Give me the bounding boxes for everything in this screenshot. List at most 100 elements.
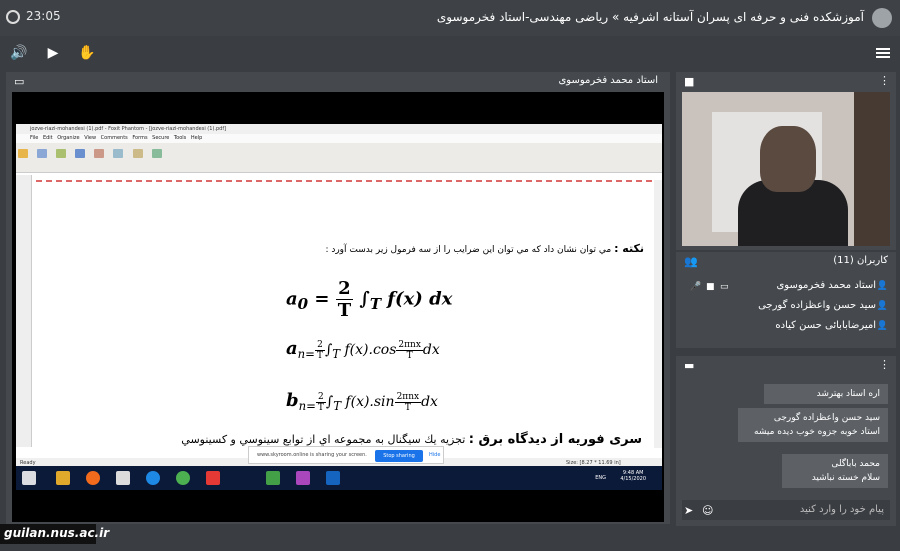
pdf-window-title: jozve-riazi-mohandesi (1).pdf - Foxit Ph…: [16, 124, 662, 134]
chrome-icon[interactable]: [176, 471, 190, 485]
eq3-frac: 2T: [315, 392, 326, 413]
play-media-icon[interactable]: ▶: [44, 45, 62, 61]
highlight-icon[interactable]: [132, 149, 143, 158]
mic-icon: 🎤: [690, 282, 702, 292]
windows-taskbar: ENG 9:48 AM 4/15/2020: [16, 466, 662, 490]
language-indicator[interactable]: ENG: [595, 475, 606, 481]
video-person-head: [760, 126, 816, 192]
screen-share-header: استاد محمد فخرموسوی ▭: [6, 72, 670, 90]
chat-message: سید حسن واعظزاده گورجی استاد خوبه جزوه خ…: [738, 408, 888, 442]
equation-bn: bn= 2 T ∫T f(x).sin 2πnx Tdx: [286, 390, 438, 413]
chat-options-icon[interactable]: ⋮: [879, 358, 890, 371]
user-item[interactable]: 👤سید حسن واعظزاده گورجی: [758, 300, 888, 311]
chat-icon: ▬: [684, 359, 695, 372]
screen-share-panel: استاد محمد فخرموسوی ▭ jozve-riazi-mohand…: [6, 72, 670, 524]
eq3-enum: 2πnx: [394, 391, 422, 403]
eq2-frac: 2T: [314, 340, 325, 361]
eq3-mid: f(x).sin: [345, 394, 395, 410]
eq2-enum: 2πnx: [396, 339, 423, 351]
more-options-icon[interactable]: ⋮: [879, 74, 890, 87]
save-icon[interactable]: [37, 149, 48, 158]
eq2-eden: T: [406, 350, 413, 361]
app-purple-icon[interactable]: [296, 471, 310, 485]
stop-sharing-button[interactable]: Stop sharing: [375, 450, 423, 462]
pdf-toolbar: [16, 143, 662, 173]
presenter-video: [682, 92, 890, 246]
camera-icon[interactable]: ■: [684, 75, 694, 88]
user-name: سید حسن واعظزاده گورجی: [758, 300, 876, 311]
eq2-den: T: [316, 350, 323, 361]
chat-message-author: سید حسن واعظزاده گورجی: [773, 413, 880, 423]
eq1-lhs: a: [286, 288, 298, 310]
eq1-den: T: [337, 300, 352, 321]
edge-icon[interactable]: [146, 471, 160, 485]
zoom-icon[interactable]: [75, 149, 86, 158]
eq1-frac: 2T: [335, 278, 354, 321]
users-icon: 👥: [684, 255, 698, 268]
user-name: استاد محمد فخرموسوی: [776, 280, 876, 291]
eq2-num: 2: [314, 340, 325, 351]
emoji-icon[interactable]: ☺: [702, 504, 713, 517]
equation-an: an= 2 T ∫T f(x).cos 2πnx Tdx: [286, 338, 440, 361]
users-header: کاربران (11) 👥: [676, 252, 896, 270]
site-watermark: guilan.nus.ac.ir: [0, 524, 109, 544]
pdf-scrollbar[interactable]: [654, 180, 662, 448]
user-item[interactable]: 👤استاد محمد فخرموسوی: [776, 280, 888, 291]
send-icon[interactable]: ➤: [684, 504, 693, 517]
store-icon[interactable]: [116, 471, 130, 485]
users-title: کاربران (11): [833, 255, 888, 266]
eq1-tail: f(x) dx: [387, 288, 453, 310]
excel-icon[interactable]: [266, 471, 280, 485]
pdf-sidebar[interactable]: [16, 175, 32, 447]
chat-message-text: استاد خوبه جزوه خوب دیده میشه: [754, 427, 880, 437]
page-dashed-border: [36, 180, 652, 184]
taskbar-clock[interactable]: 9:48 AM 4/15/2020: [620, 470, 646, 482]
menu-icon[interactable]: [876, 48, 890, 58]
note-label: نکته :: [614, 242, 644, 255]
eq2-lhs: a: [286, 338, 298, 359]
file-explorer-icon[interactable]: [56, 471, 70, 485]
eq3-den: T: [317, 402, 324, 413]
shared-screen: jozve-riazi-mohandesi (1).pdf - Foxit Ph…: [12, 92, 664, 522]
eq2-tail: dx: [422, 342, 440, 358]
hide-button[interactable]: Hide: [429, 452, 440, 458]
pdf-menu-bar: File Edit Organize View Comments Forms S…: [16, 134, 662, 143]
raise-hand-icon[interactable]: ✋: [78, 45, 96, 61]
clock-icon: [6, 10, 20, 24]
rotate-icon[interactable]: [113, 149, 124, 158]
toolbar: 🔊 ▶ ✋: [0, 36, 900, 70]
eq3-lhs: b: [286, 390, 299, 411]
chat-message: محمد باباگلی سلام خسته نباشید: [782, 454, 888, 488]
top-bar: آموزشکده فنی و حرفه ای پسران آستانه اشرف…: [0, 0, 900, 36]
print-icon[interactable]: [56, 149, 67, 158]
open-icon[interactable]: [18, 149, 28, 158]
video-header: ■ ⋮: [676, 72, 896, 90]
video-door: [854, 92, 890, 246]
sharing-message: www.skyroom.online is sharing your scree…: [257, 452, 367, 458]
pdf-viewer-window: jozve-riazi-mohandesi (1).pdf - Foxit Ph…: [16, 124, 662, 482]
start-icon[interactable]: [22, 471, 36, 485]
chat-message-author: محمد باباگلی: [831, 459, 880, 469]
word-icon[interactable]: [326, 471, 340, 485]
select-icon[interactable]: [94, 149, 105, 158]
taskbar-date: 4/15/2020: [620, 476, 646, 482]
user-icon: 👤: [876, 281, 888, 291]
monitor-icon[interactable]: ▭: [14, 75, 24, 88]
chat-header: ▬ ⋮: [676, 356, 896, 374]
app-icon[interactable]: [206, 471, 220, 485]
users-panel: کاربران (11) 👥 👤استاد محمد فخرموسوی 🎤 ■ …: [676, 252, 896, 348]
fit-page-icon[interactable]: [151, 149, 162, 158]
eq3-arg: 2πnx T: [394, 391, 422, 413]
user-item[interactable]: 👤امیرضابابائی حسن کیاده: [775, 320, 888, 331]
sharing-notice-bar: www.skyroom.online is sharing your scree…: [248, 446, 444, 464]
user-avatar[interactable]: [872, 8, 892, 28]
note-line: نکته : مي توان نشان داد كه مي توان اين ض…: [325, 242, 644, 255]
firefox-icon[interactable]: [86, 471, 100, 485]
note-text: مي توان نشان داد كه مي توان اين ضرايب را…: [325, 245, 612, 255]
speaker-icon[interactable]: 🔊: [10, 45, 28, 61]
presenter-name: استاد محمد فخرموسوی: [558, 75, 658, 86]
webcam-icon: ■: [706, 282, 715, 292]
chat-message-text: اره استاد بهترشد: [816, 389, 880, 399]
fourier-heading-line: سری فوریه از دیدگاه برق : تجزيه يك سيگنا…: [181, 432, 642, 447]
eq1-num: 2: [335, 278, 354, 300]
